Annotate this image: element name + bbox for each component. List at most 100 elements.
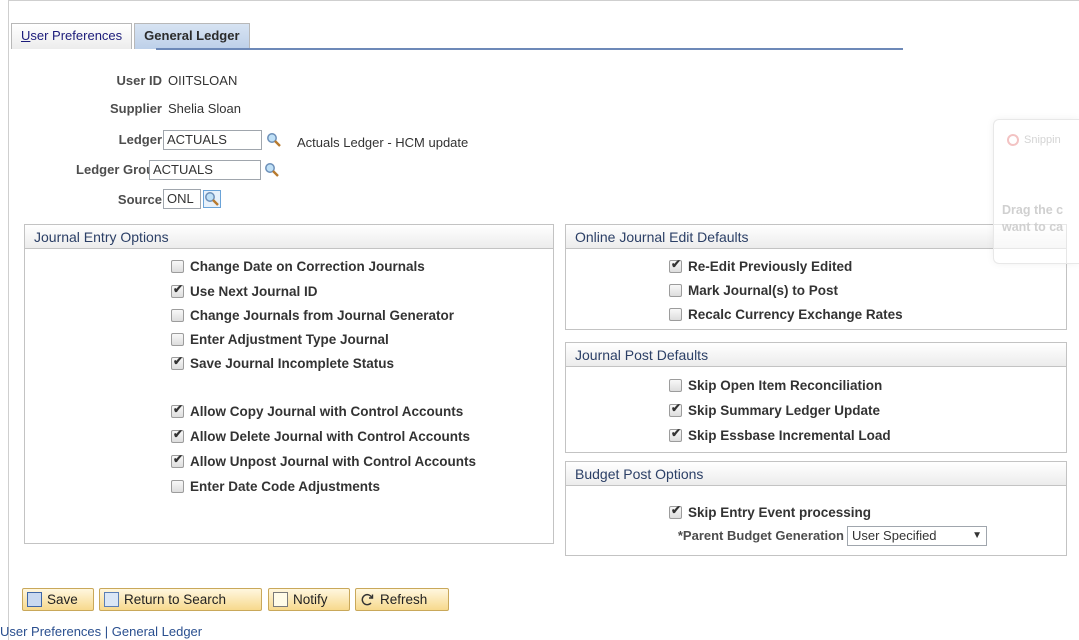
checkbox[interactable]: ✔	[171, 402, 184, 418]
save-icon	[27, 592, 42, 607]
checkbox[interactable]: ✔	[171, 354, 184, 370]
dropdown-arrow-icon: ▼	[972, 530, 982, 541]
checkbox[interactable]: ✔	[669, 503, 682, 519]
ledger-description: Actuals Ledger - HCM update	[297, 135, 469, 150]
hint-line: Drag the c	[1002, 203, 1064, 217]
option-label: Use Next Journal ID	[190, 284, 318, 299]
option-label: Recalc Currency Exchange Rates	[688, 307, 903, 322]
option-label: Save Journal Incomplete Status	[190, 356, 395, 371]
tab-label: General Ledger	[144, 28, 240, 43]
checkbox[interactable]	[669, 308, 682, 321]
option-re-edit[interactable]: ✔ Re-Edit Previously Edited	[669, 257, 852, 274]
check-icon: ✔	[173, 402, 184, 416]
source-label: Source	[117, 192, 162, 207]
option-mark-to-post[interactable]: Mark Journal(s) to Post	[669, 283, 838, 298]
return-to-search-icon	[104, 592, 119, 607]
option-allow-unpost-control[interactable]: ✔ Allow Unpost Journal with Control Accou…	[171, 452, 476, 469]
option-allow-copy-control[interactable]: ✔ Allow Copy Journal with Control Account…	[171, 402, 464, 419]
tab-label: ser Preferences	[30, 28, 123, 43]
option-label: Change Journals from Journal Generator	[190, 308, 455, 323]
snipping-tool-icon	[1007, 134, 1019, 146]
link-separator: |	[101, 624, 112, 639]
option-recalc-currency[interactable]: Recalc Currency Exchange Rates	[669, 307, 903, 322]
lookup-icon[interactable]	[266, 132, 282, 148]
option-label: Allow Delete Journal with Control Accoun…	[190, 429, 471, 444]
checkbox[interactable]	[669, 379, 682, 392]
option-skip-essbase[interactable]: ✔ Skip Essbase Incremental Load	[669, 426, 891, 443]
option-enter-adjustment-type[interactable]: Enter Adjustment Type Journal	[171, 332, 389, 347]
checkbox[interactable]	[171, 480, 184, 493]
tab-accel: U	[21, 28, 31, 43]
option-skip-summary-ledger[interactable]: ✔ Skip Summary Ledger Update	[669, 401, 881, 418]
option-change-journals-generator[interactable]: Change Journals from Journal Generator	[171, 308, 454, 323]
source-input[interactable]: ONL	[163, 189, 201, 209]
option-label: Skip Entry Event processing	[688, 505, 872, 520]
ledger-label: Ledger	[118, 132, 162, 147]
lookup-icon[interactable]	[203, 190, 221, 208]
notify-button[interactable]: Notify	[268, 588, 350, 611]
option-label: Enter Date Code Adjustments	[190, 479, 381, 494]
window-frame	[8, 0, 1079, 8]
return-to-search-button[interactable]: Return to Search	[99, 588, 262, 611]
option-label: Allow Copy Journal with Control Accounts	[190, 404, 464, 419]
option-label: Skip Essbase Incremental Load	[688, 428, 891, 443]
option-label: Change Date on Correction Journals	[190, 259, 425, 274]
check-icon: ✔	[173, 427, 184, 441]
check-icon: ✔	[671, 401, 682, 415]
supplier-label: Supplier	[109, 101, 162, 116]
group-header: Journal Post Defaults	[566, 343, 1066, 367]
checkbox[interactable]: ✔	[171, 427, 184, 443]
checkbox[interactable]: ✔	[669, 401, 682, 417]
link-user-preferences[interactable]: User Preferences	[0, 624, 101, 639]
option-save-incomplete-status[interactable]: ✔ Save Journal Incomplete Status	[171, 354, 395, 371]
supplier-value: Shelia Sloan	[168, 101, 241, 116]
group-header: Journal Entry Options	[25, 225, 553, 249]
parent-budget-gen-select[interactable]: User Specified ▼	[847, 526, 987, 546]
option-label: Enter Adjustment Type Journal	[190, 332, 389, 347]
ledger-input[interactable]: ACTUALS	[163, 130, 262, 150]
snipping-tool-title: Snippin	[1024, 134, 1061, 146]
check-icon: ✔	[173, 354, 184, 368]
button-label: Return to Search	[124, 592, 227, 607]
lookup-icon[interactable]	[264, 162, 280, 178]
page-link-bar: User Preferences | General Ledger	[0, 624, 202, 639]
tab-bar: User Preferences General Ledger	[11, 23, 250, 49]
option-enter-date-code[interactable]: Enter Date Code Adjustments	[171, 479, 380, 494]
group-header: Budget Post Options	[566, 462, 1066, 486]
link-general-ledger[interactable]: General Ledger	[112, 624, 202, 639]
window-frame-left	[8, 8, 9, 640]
ledger-group-input[interactable]: ACTUALS	[149, 160, 261, 180]
option-change-date-correction[interactable]: Change Date on Correction Journals	[171, 259, 425, 274]
notify-icon	[273, 592, 288, 607]
select-value: User Specified	[852, 528, 937, 543]
checkbox[interactable]: ✔	[669, 426, 682, 442]
check-icon: ✔	[671, 257, 682, 271]
user-id-label: User ID	[116, 73, 162, 88]
ledger-group-label: Ledger Group	[76, 162, 162, 177]
button-label: Refresh	[380, 592, 428, 607]
tab-general-ledger[interactable]: General Ledger	[134, 23, 250, 49]
option-skip-entry-event[interactable]: ✔ Skip Entry Event processing	[669, 503, 872, 520]
save-button[interactable]: Save	[22, 588, 94, 611]
group-header: Online Journal Edit Defaults	[566, 225, 1066, 249]
check-icon: ✔	[173, 282, 184, 296]
option-label: Skip Open Item Reconciliation	[688, 378, 883, 393]
checkbox[interactable]: ✔	[171, 282, 184, 298]
checkbox[interactable]	[171, 260, 184, 273]
checkbox[interactable]	[171, 309, 184, 322]
check-icon: ✔	[671, 426, 682, 440]
snipping-tool-overlay: Snippin Drag the c want to ca	[993, 119, 1079, 264]
checkbox[interactable]: ✔	[669, 257, 682, 273]
checkbox[interactable]	[171, 333, 184, 346]
option-label: Skip Summary Ledger Update	[688, 403, 881, 418]
refresh-icon	[360, 592, 375, 607]
option-skip-open-item[interactable]: Skip Open Item Reconciliation	[669, 378, 882, 393]
check-icon: ✔	[173, 452, 184, 466]
tab-user-preferences[interactable]: User Preferences	[11, 23, 133, 49]
checkbox[interactable]	[669, 284, 682, 297]
option-allow-delete-control[interactable]: ✔ Allow Delete Journal with Control Accou…	[171, 427, 471, 444]
checkbox[interactable]: ✔	[171, 452, 184, 468]
option-use-next-journal-id[interactable]: ✔ Use Next Journal ID	[171, 282, 318, 299]
option-label: Allow Unpost Journal with Control Accoun…	[190, 454, 476, 469]
refresh-button[interactable]: Refresh	[355, 588, 449, 611]
